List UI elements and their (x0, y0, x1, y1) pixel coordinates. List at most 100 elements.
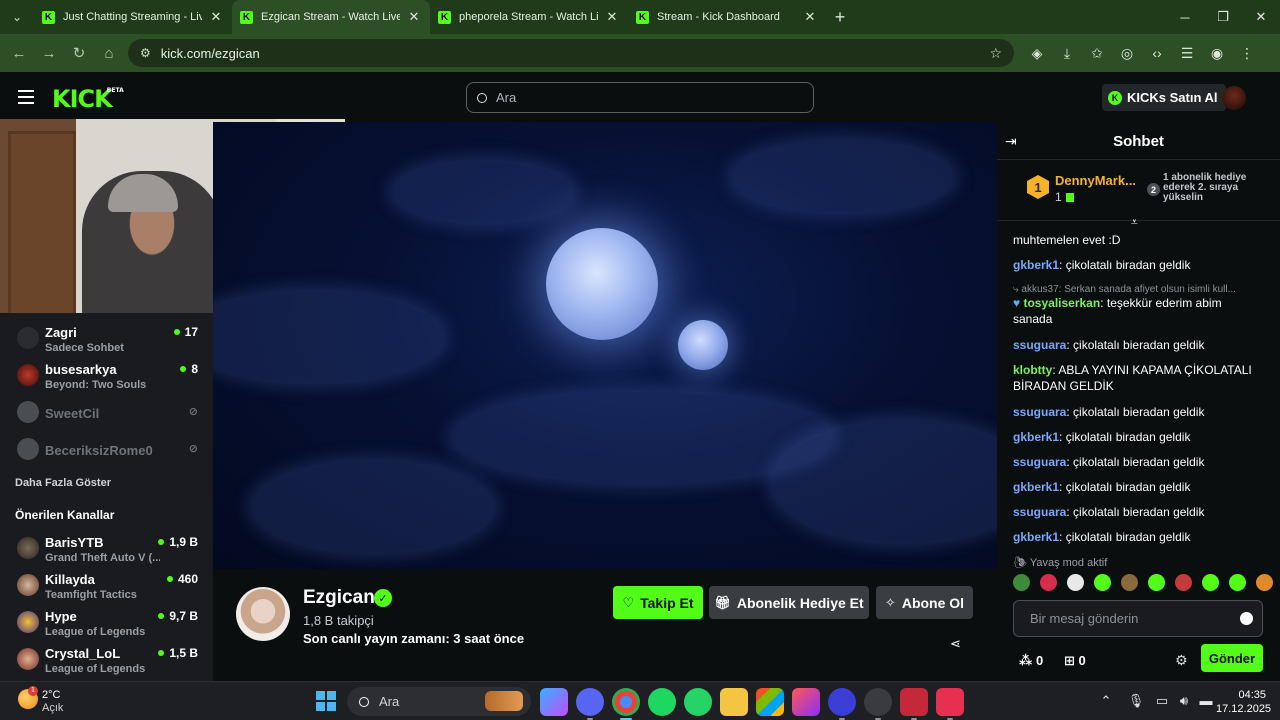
chat-username[interactable]: gkberk1 (1013, 430, 1059, 444)
sidebar-channel-beceriksizrome0[interactable]: BeceriksizRome0 ⊘ (0, 432, 213, 468)
download-icon[interactable]: ⤓ (1052, 45, 1082, 62)
kick-logo[interactable]: KICK BETA (52, 85, 124, 113)
forward-icon[interactable]: → (34, 45, 64, 62)
new-tab-button[interactable]: + (826, 7, 854, 28)
valorant-icon[interactable] (936, 688, 964, 720)
share-icon[interactable]: ⋖ (950, 636, 961, 652)
system-clock[interactable]: 04:35 17.12.2025 (1216, 688, 1271, 716)
chat-username[interactable]: tosyaliserkan (1023, 296, 1100, 310)
extension-icon[interactable]: ◎ (1112, 45, 1142, 62)
show-more-link[interactable]: Daha Fazla Göster (15, 477, 111, 489)
chat-message-input[interactable]: Bir mesaj gönderin (1013, 600, 1263, 637)
emote-icon[interactable] (1229, 574, 1246, 591)
browser-tab-2[interactable]: K Ezgican Stream - Watch Live on ✕ (232, 0, 430, 34)
whatsapp-icon[interactable] (684, 688, 712, 716)
emote-icon[interactable] (1094, 574, 1111, 591)
minimize-icon[interactable]: ─ (1166, 0, 1204, 34)
copilot-icon[interactable] (540, 688, 568, 716)
buy-kicks-button[interactable]: K KICKs Satın Al (1102, 84, 1226, 111)
close-window-icon[interactable]: ✕ (1242, 0, 1280, 34)
emote-icon[interactable] (1175, 574, 1192, 591)
close-tab-icon[interactable]: ✕ (604, 9, 620, 25)
channel-avatar[interactable] (236, 587, 290, 641)
search-input[interactable]: Ara (466, 82, 814, 113)
sidebar-channel-hype[interactable]: Hype League of Legends 9,7 B (0, 605, 213, 641)
back-icon[interactable]: ← (4, 45, 34, 62)
extension-star-icon[interactable]: ✩ (1082, 45, 1112, 62)
taskbar-search[interactable]: Ara (347, 687, 531, 716)
home-icon[interactable]: ⌂ (94, 45, 124, 62)
video-player[interactable] (213, 122, 997, 569)
emote-icon[interactable] (1256, 574, 1273, 591)
ms-store-icon[interactable] (756, 688, 784, 716)
sidebar-channel-killayda[interactable]: Killayda Teamfight Tactics 460 (0, 568, 213, 604)
spotify-icon[interactable] (648, 688, 676, 716)
chat-username[interactable]: gkberk1 (1013, 258, 1059, 272)
volume-icon[interactable]: 🔊︎ (1173, 693, 1195, 709)
gift-count[interactable]: ⊞ 0 (1064, 653, 1086, 669)
expand-leaderboard-icon[interactable]: ⩡ (1131, 215, 1138, 230)
chat-username[interactable]: ssuguara (1013, 338, 1066, 352)
network-icon[interactable]: ▭ (1151, 693, 1173, 709)
sidebar-channel-barisytb[interactable]: BarisYTB Grand Theft Auto V (... 1,9 B (0, 531, 213, 567)
emoji-picker-icon[interactable] (1240, 612, 1253, 625)
channel-title[interactable]: Ezgican (303, 587, 375, 609)
chat-username[interactable]: gkberk1 (1013, 480, 1059, 494)
address-bar[interactable]: ⚙ kick.com/ezgican ☆ (128, 39, 1014, 67)
site-info-icon[interactable]: ⚙ (140, 46, 151, 60)
browser-tab-3[interactable]: K pheporela Stream - Watch Live ✕ (430, 0, 628, 34)
channel-points[interactable]: ⁂ 0 (1019, 653, 1043, 669)
emote-icon[interactable] (1013, 574, 1030, 591)
snail-icon: 🐌︎ (1013, 557, 1027, 569)
sidebar-channel-crystal-lol[interactable]: Crystal_LoL League of Legends 1,5 B (0, 642, 213, 678)
app-icon[interactable] (828, 688, 856, 720)
maximize-icon[interactable]: ❐ (1204, 0, 1242, 34)
chat-username[interactable]: gkberk1 (1013, 530, 1059, 544)
chat-username[interactable]: ssuguara (1013, 505, 1066, 519)
system-tray: ⌃ 🎙︎ ▭ 🔊︎ ▬ (1095, 693, 1217, 709)
emote-icon[interactable] (1040, 574, 1057, 591)
obs-icon[interactable] (864, 688, 892, 720)
app-icon[interactable] (792, 688, 820, 716)
sidebar-channel-zagri[interactable]: Zagri Sadece Sohbet 17 (0, 321, 213, 357)
menu-icon[interactable] (18, 90, 34, 104)
emote-icon[interactable] (1148, 574, 1165, 591)
gift-sub-button[interactable]: 🎁︎ Abonelik Hediye Et (709, 586, 869, 619)
profile-icon[interactable]: ◉ (1202, 45, 1232, 62)
microphone-icon[interactable]: 🎙︎ (1125, 693, 1147, 709)
chat-settings-icon[interactable]: ⚙ (1175, 652, 1188, 669)
reading-list-icon[interactable]: ☰ (1172, 45, 1202, 62)
sidebar-channel-sweetcil[interactable]: SweetCil ⊘ (0, 395, 213, 431)
close-tab-icon[interactable]: ✕ (802, 9, 818, 25)
windows-start-icon[interactable] (316, 691, 336, 711)
send-button[interactable]: Gönder (1201, 644, 1263, 672)
tab-search-icon[interactable]: ⌄ (0, 0, 34, 34)
sidebar-channel-busesarkya[interactable]: busesarkya Beyond: Two Souls 8 (0, 358, 213, 394)
browser-tab-1[interactable]: K Just Chatting Streaming - Live S ✕ (34, 0, 232, 34)
leader-name[interactable]: DennyMark... (1055, 173, 1136, 188)
follow-button[interactable]: ♡ Takip Et (613, 586, 703, 619)
emote-icon[interactable] (1202, 574, 1219, 591)
browser-tab-4[interactable]: K Stream - Kick Dashboard ✕ (628, 0, 826, 34)
code-icon[interactable]: ‹› (1142, 45, 1172, 61)
chevron-up-icon[interactable]: ⌃ (1095, 693, 1117, 709)
chat-username[interactable]: klobtty (1013, 363, 1052, 377)
emote-icon[interactable] (1121, 574, 1138, 591)
file-explorer-icon[interactable] (720, 688, 748, 716)
subscribe-button[interactable]: ✧ Abone Ol (876, 586, 973, 619)
app-icon[interactable] (900, 688, 928, 720)
battery-icon[interactable]: ▬ (1195, 693, 1217, 709)
discord-icon[interactable] (576, 688, 604, 720)
chat-username[interactable]: ssuguara (1013, 405, 1066, 419)
user-avatar[interactable] (1222, 86, 1246, 110)
incognito-icon[interactable]: ◈ (1022, 45, 1052, 62)
chat-username[interactable]: ssuguara (1013, 455, 1066, 469)
weather-widget[interactable]: 1 2°C Açık (14, 686, 104, 717)
reload-icon[interactable]: ↻ (64, 44, 94, 62)
close-tab-icon[interactable]: ✕ (208, 9, 224, 25)
bookmark-star-icon[interactable]: ☆ (989, 45, 1002, 62)
menu-dots-icon[interactable]: ⋮ (1232, 45, 1262, 62)
emote-icon[interactable] (1067, 574, 1084, 591)
close-tab-icon[interactable]: ✕ (406, 9, 422, 25)
chrome-icon[interactable] (612, 688, 640, 720)
